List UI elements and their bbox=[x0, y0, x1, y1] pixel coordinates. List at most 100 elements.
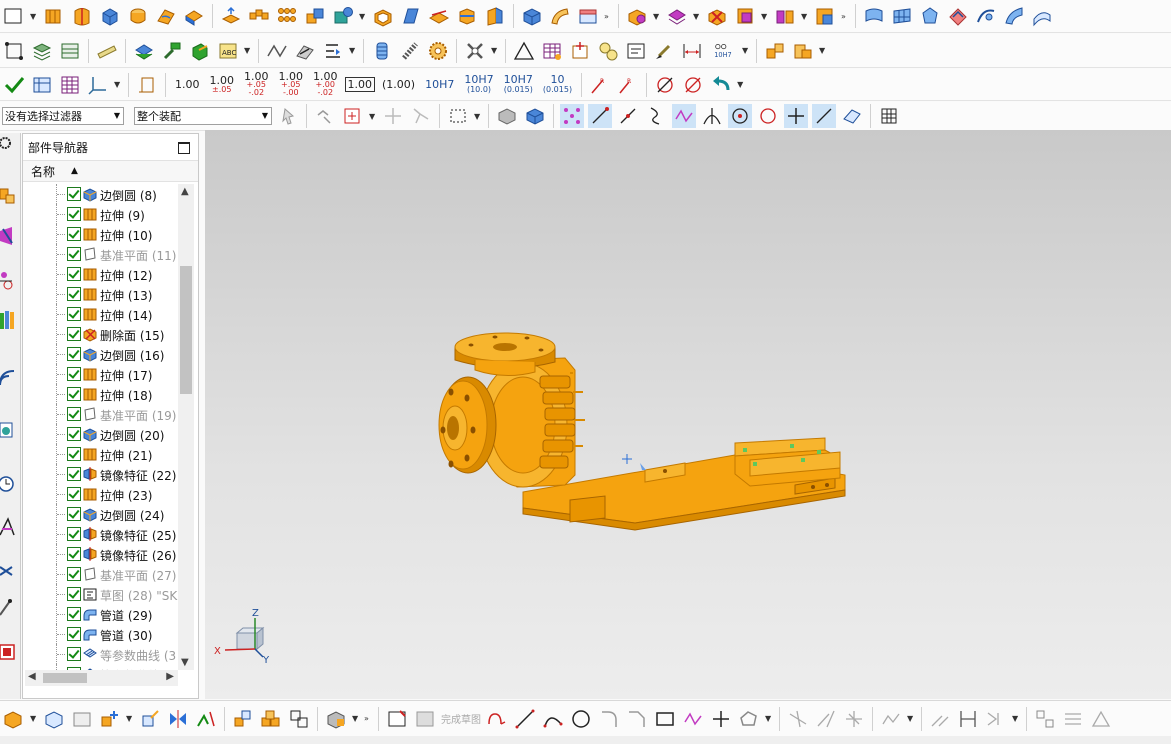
radius-center-icon[interactable]: R bbox=[616, 73, 640, 97]
more-tools-icon[interactable]: » bbox=[364, 714, 372, 723]
tree-row[interactable]: 拉伸 (23) bbox=[23, 484, 178, 504]
polygon-icon[interactable] bbox=[681, 707, 705, 731]
sketch-relations-icon[interactable] bbox=[1033, 707, 1057, 731]
visibility-checkbox[interactable] bbox=[67, 247, 81, 261]
tree-row[interactable]: 镜像特征 (25) bbox=[23, 524, 178, 544]
tree-row[interactable]: 镜像特征 (26) bbox=[23, 544, 178, 564]
assembly-scope-dropdown[interactable]: 整个装配 ▼ bbox=[134, 107, 272, 125]
diameter-icon[interactable] bbox=[653, 73, 677, 97]
dropdown-arrow-icon[interactable]: ▼ bbox=[693, 12, 701, 21]
triangle-shape-icon[interactable] bbox=[512, 39, 536, 63]
dropdown-arrow-icon[interactable]: ▼ bbox=[1012, 714, 1020, 723]
split-body-icon[interactable] bbox=[455, 4, 479, 28]
drawing-sheet-icon[interactable] bbox=[624, 39, 648, 63]
visibility-checkbox[interactable] bbox=[67, 227, 81, 241]
scroll-up-icon[interactable]: ▲ bbox=[181, 186, 189, 197]
visibility-checkbox[interactable] bbox=[67, 327, 81, 341]
visibility-checkbox[interactable] bbox=[67, 567, 81, 581]
line-icon[interactable] bbox=[513, 707, 537, 731]
surface-through-curves-icon[interactable] bbox=[862, 4, 886, 28]
fit-callout-icon[interactable]: 10H7 bbox=[708, 39, 738, 63]
radius-dimension-icon[interactable]: R bbox=[588, 73, 612, 97]
sketch-reattach-icon[interactable] bbox=[1089, 707, 1113, 731]
link-icon[interactable] bbox=[287, 707, 311, 731]
extrude-icon[interactable] bbox=[42, 4, 66, 28]
view-orientation-icon[interactable] bbox=[324, 707, 348, 731]
visibility-checkbox[interactable] bbox=[67, 627, 81, 641]
snap-intersection-icon[interactable] bbox=[700, 104, 724, 128]
rectangle-select-icon[interactable] bbox=[446, 104, 470, 128]
tree-row[interactable]: 基准平面 (19) bbox=[23, 404, 178, 424]
hole-diameter-icon[interactable] bbox=[681, 73, 705, 97]
vertical-scrollbar[interactable]: ▲ ▼ bbox=[178, 184, 194, 670]
dropdown-arrow-icon[interactable]: ▼ bbox=[474, 112, 482, 121]
coordinate-system-icon[interactable] bbox=[86, 73, 110, 97]
dropdown-arrow-icon[interactable]: ▼ bbox=[30, 12, 38, 21]
visibility-checkbox[interactable] bbox=[67, 487, 81, 501]
scroll-right-icon[interactable]: ▶ bbox=[166, 671, 174, 682]
project-curve-icon[interactable] bbox=[879, 707, 903, 731]
assembly-blocks-icon[interactable] bbox=[763, 39, 787, 63]
tree-row[interactable]: 管道 (30) bbox=[23, 624, 178, 644]
dropdown-arrow-icon[interactable]: ▼ bbox=[126, 714, 134, 723]
dimension-arrows-icon[interactable] bbox=[680, 39, 704, 63]
snap-end-point-icon[interactable] bbox=[588, 104, 612, 128]
visibility-checkbox[interactable] bbox=[67, 267, 81, 281]
tree-row[interactable]: 草图 (28) "SKE bbox=[23, 584, 178, 604]
part-measurement-icon[interactable] bbox=[95, 39, 119, 63]
point-icon[interactable] bbox=[709, 707, 733, 731]
image-capture-icon[interactable] bbox=[70, 707, 94, 731]
dropdown-arrow-icon[interactable]: ▼ bbox=[907, 714, 915, 723]
dropdown-arrow-icon[interactable]: ▼ bbox=[491, 46, 499, 55]
hammer-tool-icon[interactable] bbox=[160, 39, 184, 63]
sew-icon[interactable] bbox=[520, 4, 544, 28]
tree-row[interactable]: 拉伸 (21) bbox=[23, 444, 178, 464]
tree-row[interactable]: 边倒圆 (20) bbox=[23, 424, 178, 444]
spreadsheet-icon[interactable] bbox=[58, 73, 82, 97]
curve-on-surface-icon[interactable] bbox=[265, 39, 289, 63]
tree-row[interactable]: 镜像特征 (22) bbox=[23, 464, 178, 484]
reuse-library-icon[interactable] bbox=[0, 309, 18, 331]
tree-row[interactable]: 边倒圆 (16) bbox=[23, 344, 178, 364]
settings-gear-icon[interactable] bbox=[0, 133, 18, 155]
fit-format-3[interactable]: 10H7 (0.015) bbox=[501, 74, 536, 95]
sketch-icon[interactable] bbox=[385, 707, 409, 731]
auto-constrain-icon[interactable] bbox=[984, 707, 1008, 731]
scroll-thumb[interactable] bbox=[43, 673, 87, 683]
note-abc-icon[interactable]: ABC bbox=[216, 39, 240, 63]
assembly-arrangement-icon[interactable] bbox=[813, 4, 837, 28]
web-browser-icon[interactable] bbox=[0, 365, 18, 387]
visibility-checkbox[interactable] bbox=[67, 407, 81, 421]
unite-icon[interactable] bbox=[303, 4, 327, 28]
new-sketch-icon[interactable] bbox=[2, 4, 26, 28]
thicken-icon[interactable] bbox=[483, 4, 507, 28]
select-body-icon[interactable] bbox=[409, 104, 433, 128]
maximize-icon[interactable] bbox=[178, 142, 190, 154]
more-tools-icon[interactable]: » bbox=[841, 12, 849, 21]
visibility-checkbox[interactable] bbox=[67, 387, 81, 401]
pattern-grid-icon[interactable] bbox=[275, 4, 299, 28]
part-navigator-icon[interactable] bbox=[0, 269, 18, 291]
tree-row[interactable]: 拉伸 (13) bbox=[23, 284, 178, 304]
assembly-sequence-icon[interactable] bbox=[132, 39, 156, 63]
tree-row[interactable]: 拉伸 (10) bbox=[23, 224, 178, 244]
reverse-direction-icon[interactable] bbox=[194, 707, 218, 731]
dropdown-arrow-icon[interactable]: ▼ bbox=[359, 12, 367, 21]
revolve-icon[interactable] bbox=[70, 4, 94, 28]
tree-row[interactable]: 拉伸 (17) bbox=[23, 364, 178, 384]
graphics-window[interactable]: Z X Y bbox=[205, 130, 1171, 699]
table-icon[interactable] bbox=[540, 39, 564, 63]
section-curve-icon[interactable] bbox=[321, 39, 345, 63]
column-header-name[interactable]: 名称 ▲ bbox=[23, 160, 198, 182]
undo-arrow-icon[interactable] bbox=[709, 73, 733, 97]
fit-format-4[interactable]: 10 (0.015) bbox=[540, 74, 575, 95]
assembly-check-icon[interactable] bbox=[30, 73, 54, 97]
sketch-parameters-icon[interactable] bbox=[1061, 707, 1085, 731]
surface-mesh-icon[interactable] bbox=[890, 4, 914, 28]
new-component-icon[interactable] bbox=[98, 707, 122, 731]
visibility-checkbox[interactable] bbox=[67, 587, 81, 601]
more-tools-icon[interactable]: » bbox=[604, 12, 612, 21]
visibility-checkbox[interactable] bbox=[67, 647, 81, 661]
dimension-format-reference[interactable]: (1.00) bbox=[379, 78, 418, 91]
horizontal-scrollbar[interactable]: ◀ ▶ bbox=[25, 670, 178, 686]
